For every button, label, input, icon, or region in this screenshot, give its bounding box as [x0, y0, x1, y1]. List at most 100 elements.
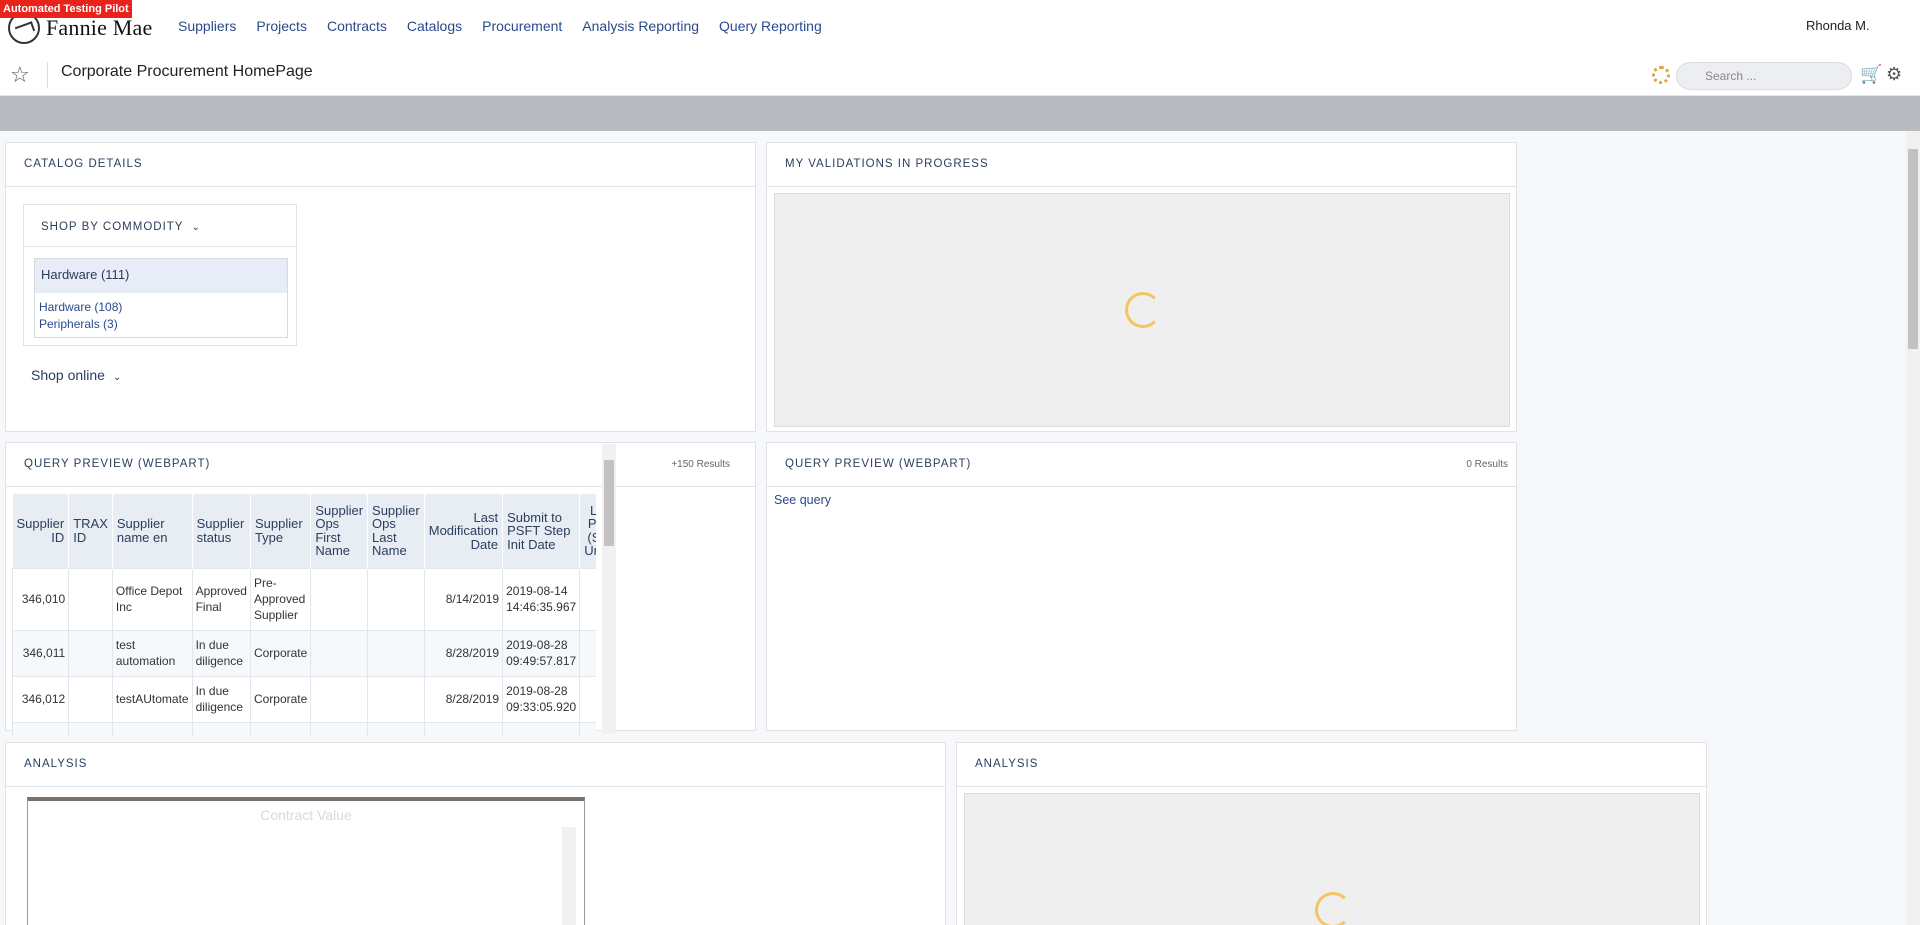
- loading-area: [774, 193, 1510, 427]
- table-cell: 2019-08-28 09:33:05.920: [502, 675, 581, 723]
- table-cell: [12, 721, 70, 736]
- scrollbar-thumb[interactable]: [1908, 149, 1918, 349]
- panel-title: QUERY PREVIEW (WEBPART): [24, 458, 211, 470]
- nav-contracts[interactable]: Contracts: [327, 18, 387, 34]
- table-cell: [68, 567, 113, 631]
- panel-header: ANALYSIS: [957, 743, 1706, 787]
- column-header[interactable]: Supplier name en: [112, 494, 193, 568]
- settings-gear-icon[interactable]: ⚙: [1886, 64, 1902, 85]
- user-menu[interactable]: Rhonda M.: [1806, 18, 1870, 33]
- column-header[interactable]: Loaded to PSFT Flag (Should be Unchecked…: [579, 494, 596, 568]
- divider: [47, 62, 48, 88]
- table-cell: 346,010: [12, 567, 70, 631]
- nav-query-reporting[interactable]: Query Reporting: [719, 18, 822, 34]
- table-cell: [310, 675, 369, 723]
- analysis-panel-2: ANALYSIS: [956, 742, 1707, 925]
- page-scrollbar[interactable]: [1906, 131, 1920, 925]
- page-header: ☆ Corporate Procurement HomePage Search …: [0, 54, 1920, 96]
- column-header[interactable]: Supplier Type: [250, 494, 312, 568]
- main-nav: Suppliers Projects Contracts Catalogs Pr…: [178, 18, 842, 34]
- nav-catalogs[interactable]: Catalogs: [407, 18, 462, 34]
- table-cell: [68, 721, 113, 736]
- panel-header: MY VALIDATIONS IN PROGRESS: [767, 143, 1516, 187]
- shop-by-commodity: SHOP BY COMMODITY ⌄ Hardware (111) Hardwa…: [23, 204, 297, 346]
- table-cell: [68, 675, 113, 723]
- table-cell: [502, 721, 581, 736]
- panel-title: QUERY PREVIEW (WEBPART): [785, 458, 972, 470]
- validations-panel: MY VALIDATIONS IN PROGRESS: [766, 142, 1517, 432]
- chevron-down-icon: ⌄: [112, 372, 122, 383]
- cart-icon[interactable]: 🛒: [1860, 64, 1882, 85]
- column-header[interactable]: Last Modification Date: [424, 494, 504, 568]
- page-title: Corporate Procurement HomePage: [61, 63, 313, 80]
- commodity-dropdown[interactable]: SHOP BY COMMODITY ⌄: [24, 205, 296, 247]
- panel-title: ANALYSIS: [24, 758, 88, 770]
- table-cell: Corporate: [249, 629, 312, 677]
- table-cell: [310, 567, 369, 631]
- column-header[interactable]: TRAX ID: [68, 494, 113, 568]
- panel-header: ANALYSIS: [6, 743, 945, 787]
- results-count: 0 Results: [1466, 459, 1508, 470]
- table-cell: testAUtomate: [111, 675, 193, 723]
- table-row[interactable]: 346,012 testAUtomate In due diligence Co…: [12, 675, 596, 723]
- test-badge: Automated Testing Pilot: [0, 0, 132, 18]
- results-count: +150 Results: [671, 459, 730, 470]
- commodity-item[interactable]: Hardware (108): [35, 299, 287, 316]
- table-cell: 2019-08-14 14:46:35.967: [502, 567, 581, 631]
- column-header[interactable]: Supplier ID: [12, 494, 70, 568]
- scrollbar-thumb[interactable]: [604, 460, 614, 546]
- table-cell: [111, 721, 193, 736]
- table-row[interactable]: [12, 721, 596, 736]
- table-cell: [249, 721, 312, 736]
- panel-title: CATALOG DETAILS: [24, 158, 143, 170]
- commodity-label: SHOP BY COMMODITY ⌄: [41, 221, 201, 233]
- nav-projects[interactable]: Projects: [256, 18, 307, 34]
- table-cell: In due diligence: [191, 675, 251, 723]
- logo-text: Fannie Mae: [46, 15, 153, 40]
- shop-online-dropdown[interactable]: Shop online ⌄: [31, 367, 121, 383]
- table-scrollbar[interactable]: [602, 444, 616, 734]
- table-cell: 8/14/2019: [423, 567, 504, 631]
- query-table-wrapper: Supplier ID TRAX ID Supplier name en Sup…: [12, 494, 596, 736]
- nav-procurement[interactable]: Procurement: [482, 18, 562, 34]
- favorite-star-icon[interactable]: ☆: [10, 62, 30, 88]
- contract-value-chart: Contract Value: [27, 797, 585, 925]
- table-cell: [579, 629, 596, 677]
- chart-scrollbar[interactable]: [562, 827, 576, 925]
- table-row[interactable]: 346,010 Office Depot Inc Approved Final …: [12, 567, 596, 631]
- column-header[interactable]: Submit to PSFT Step Init Date: [502, 494, 581, 568]
- panel-title: MY VALIDATIONS IN PROGRESS: [785, 158, 989, 170]
- table-cell: 346,012: [12, 675, 70, 723]
- table-cell: [367, 675, 425, 723]
- loading-icon: [1652, 66, 1670, 84]
- table-cell: [191, 721, 251, 736]
- table-row[interactable]: 346,011 test automation In due diligence…: [12, 629, 596, 677]
- column-header[interactable]: Supplier Ops First Name: [310, 494, 369, 568]
- loading-area: [964, 793, 1700, 925]
- table-cell: [423, 721, 504, 736]
- column-header[interactable]: Supplier status: [192, 494, 251, 568]
- commodity-selected[interactable]: Hardware (111): [35, 259, 287, 293]
- table-cell: [310, 629, 369, 677]
- chart-title: Contract Value: [260, 807, 352, 823]
- panel-header: CATALOG DETAILS: [6, 143, 755, 187]
- commodity-item[interactable]: Peripherals (3): [35, 316, 287, 333]
- catalog-details-panel: CATALOG DETAILS SHOP BY COMMODITY ⌄ Hardw…: [5, 142, 756, 432]
- panel-title: ANALYSIS: [975, 758, 1039, 770]
- nav-suppliers[interactable]: Suppliers: [178, 18, 236, 34]
- see-query-link[interactable]: See query: [774, 493, 831, 507]
- nav-analysis-reporting[interactable]: Analysis Reporting: [582, 18, 699, 34]
- search-input[interactable]: Search ...: [1676, 62, 1852, 90]
- table-cell: [310, 721, 369, 736]
- panel-header: QUERY PREVIEW (WEBPART) +150 Results: [6, 443, 755, 487]
- top-navigation-bar: Automated Testing Pilot Fannie Mae Suppl…: [0, 0, 1920, 54]
- table-cell: [579, 721, 596, 736]
- loading-spinner-icon: [1315, 892, 1351, 925]
- query-preview-panel: QUERY PREVIEW (WEBPART) +150 Results Sup…: [5, 442, 756, 736]
- panel-header: QUERY PREVIEW (WEBPART) 0 Results: [767, 443, 1516, 487]
- table-cell: Corporate: [249, 675, 312, 723]
- column-header[interactable]: Supplier Ops Last Name: [367, 494, 425, 568]
- table-cell: [367, 629, 425, 677]
- table-cell: [367, 567, 425, 631]
- table-cell: 346,011: [12, 629, 70, 677]
